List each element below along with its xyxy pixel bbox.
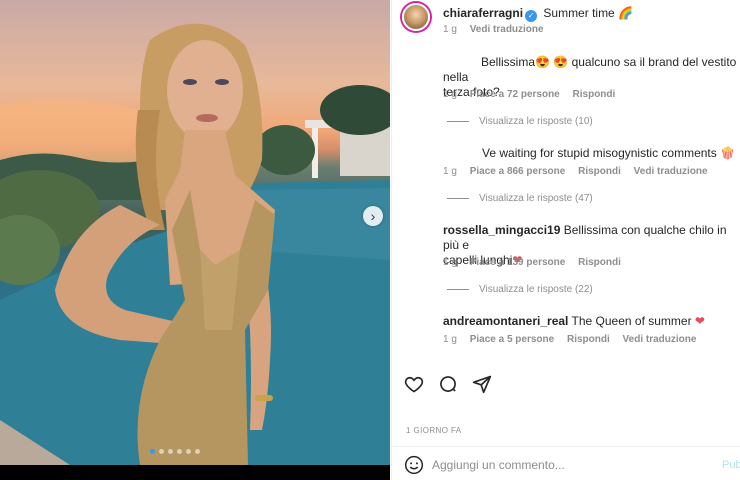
- divider-line: [447, 289, 469, 290]
- carousel-dot: [168, 449, 173, 454]
- verified-badge-icon: ✓: [525, 10, 538, 22]
- comment-4: andreamontaneri_real The Queen of summer…: [443, 314, 739, 328]
- profile-avatar[interactable]: [402, 3, 430, 31]
- chevron-right-icon: ›: [370, 208, 376, 224]
- photo-bottom-bar: [0, 465, 390, 480]
- comment-4-meta: 1 g Piace a 5 persone Rispondi Vedi trad…: [443, 334, 733, 345]
- comment-2-view-replies-label: Visualizza le risposte (47): [479, 193, 593, 204]
- comment-2-translate-link[interactable]: Vedi traduzione: [634, 166, 708, 177]
- paper-plane-icon[interactable]: [472, 374, 492, 394]
- photo-illustration: [0, 23, 390, 465]
- comment-3-age: 1 g: [443, 257, 457, 268]
- comment-4-likes[interactable]: Piace a 5 persone: [470, 334, 555, 345]
- rainbow-emoji: 🌈: [618, 6, 634, 20]
- comment-3-view-replies[interactable]: Visualizza le risposte (22): [447, 284, 727, 295]
- caption-text: Summer time: [543, 6, 615, 20]
- comment-3-view-replies-label: Visualizza le risposte (22): [479, 284, 593, 295]
- comment-4-username[interactable]: andreamontaneri_real: [443, 314, 568, 328]
- comment-1-prefix: Bellissima: [481, 55, 536, 69]
- comment-2-likes[interactable]: Piace a 866 persone: [470, 166, 566, 177]
- composer-divider: [392, 446, 740, 447]
- carousel-next-button[interactable]: ›: [363, 206, 383, 226]
- comment-2: Ve waiting for stupid misogynistic comme…: [482, 146, 740, 160]
- comment-1-likes[interactable]: Piace a 72 persone: [470, 89, 560, 100]
- caption-username[interactable]: chiaraferragni: [443, 6, 523, 20]
- comment-1-view-replies[interactable]: Visualizza le risposte (10): [447, 116, 727, 127]
- post-timestamp: 1 GIORNO FA: [406, 426, 462, 435]
- carousel-dot: [186, 449, 191, 454]
- divider-line: [447, 121, 469, 122]
- caption-meta: 1 g Vedi traduzione: [443, 24, 733, 35]
- comment-3-likes[interactable]: Piace a 139 persone: [470, 257, 566, 268]
- comment-2-reply-button[interactable]: Rispondi: [578, 166, 621, 177]
- comment-1-meta: 1 g Piace a 72 persone Rispondi: [443, 89, 733, 100]
- comment-4-reply-button[interactable]: Rispondi: [567, 334, 610, 345]
- comment-bubble-icon[interactable]: [438, 374, 458, 394]
- carousel-dots: [150, 449, 200, 454]
- comment-input[interactable]: [432, 456, 692, 474]
- comment-2-age: 1 g: [443, 166, 457, 177]
- comment-2-view-replies[interactable]: Visualizza le risposte (47): [447, 193, 727, 204]
- heart-icon[interactable]: [404, 374, 424, 394]
- comments-panel: chiaraferragni ✓ Summer time 🌈 1 g Vedi t…: [391, 0, 740, 480]
- carousel-dot: [195, 449, 200, 454]
- comment-1-reply-button[interactable]: Rispondi: [573, 89, 616, 100]
- comment-2-meta: 1 g Piace a 866 persone Rispondi Vedi tr…: [443, 166, 733, 177]
- popcorn-emoji: 🍿: [720, 146, 736, 160]
- comment-4-text: The Queen of summer: [571, 314, 692, 328]
- caption-age: 1 g: [443, 24, 457, 35]
- comment-1-age: 1 g: [443, 89, 457, 100]
- comment-4-age: 1 g: [443, 334, 457, 345]
- carousel-dot: [159, 449, 164, 454]
- smiley-icon[interactable]: [404, 455, 424, 480]
- post-photo[interactable]: ›: [0, 0, 390, 465]
- heart-eyes-emoji: 😍 😍: [535, 55, 569, 69]
- comment-3-username[interactable]: rossella_mingacci19: [443, 223, 560, 237]
- publish-button[interactable]: Pub: [722, 459, 740, 471]
- post-actions: [404, 374, 492, 394]
- comment-3-meta: 1 g Piace a 139 persone Rispondi: [443, 257, 733, 268]
- heart-emoji: ❤: [694, 314, 705, 328]
- carousel-dot: [177, 449, 182, 454]
- divider-line: [447, 198, 469, 199]
- caption-translate-link[interactable]: Vedi traduzione: [470, 24, 544, 35]
- caption-row: chiaraferragni ✓ Summer time 🌈: [443, 6, 733, 22]
- comment-4-translate-link[interactable]: Vedi traduzione: [623, 334, 697, 345]
- comment-3-reply-button[interactable]: Rispondi: [578, 257, 621, 268]
- carousel-dot: [150, 449, 155, 454]
- comment-2-text: Ve waiting for stupid misogynistic comme…: [482, 146, 717, 160]
- comment-1-view-replies-label: Visualizza le risposte (10): [479, 116, 593, 127]
